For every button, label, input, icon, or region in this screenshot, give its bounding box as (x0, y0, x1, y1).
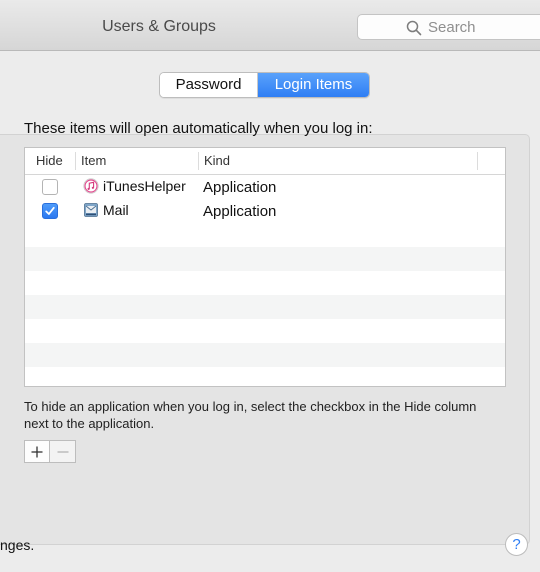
hide-checkbox-checked[interactable] (42, 203, 58, 219)
tab-login-items[interactable]: Login Items (258, 73, 369, 97)
mail-icon (84, 203, 98, 217)
footer-text: nges. (0, 537, 35, 553)
itunes-icon (83, 178, 99, 194)
table-row-empty (25, 223, 505, 247)
hide-checkbox[interactable] (42, 179, 58, 195)
column-divider (75, 152, 76, 170)
help-button[interactable]: ? (505, 533, 528, 556)
table-header: Hide Item Kind (25, 148, 505, 175)
column-divider (198, 152, 199, 170)
remove-login-item-button[interactable] (50, 440, 76, 463)
table-row-empty (25, 295, 505, 319)
checkmark-icon (45, 206, 55, 215)
table-row-empty (25, 367, 505, 386)
add-login-item-button[interactable] (24, 440, 50, 463)
item-name: Mail (103, 202, 129, 218)
login-items-table: Hide Item Kind iTunesHelper Application (24, 147, 506, 387)
window-title: Users & Groups (102, 18, 216, 35)
column-divider (477, 152, 478, 170)
search-placeholder: Search (428, 19, 476, 36)
item-name: iTunesHelper (103, 178, 186, 194)
search-icon (406, 20, 422, 36)
table-row-empty (25, 271, 505, 295)
minus-icon (57, 450, 68, 453)
table-row-mail[interactable]: Mail Application (25, 199, 505, 223)
plus-icon (31, 446, 43, 457)
table-row-empty (25, 319, 505, 343)
item-kind: Application (203, 179, 277, 196)
table-row-empty (25, 343, 505, 367)
column-header-hide[interactable]: Hide (36, 153, 63, 168)
search-field[interactable]: Search (357, 14, 540, 40)
column-header-item[interactable]: Item (81, 153, 106, 168)
tab-password[interactable]: Password (160, 73, 258, 97)
table-row-empty (25, 247, 505, 271)
tab-control: Password Login Items (159, 72, 370, 98)
login-items-heading: These items will open automatically when… (24, 120, 373, 137)
add-remove-controls (24, 440, 76, 463)
title-bar: Users & Groups Search (0, 0, 540, 51)
hide-hint-text: To hide an application when you log in, … (24, 399, 477, 431)
column-header-kind[interactable]: Kind (204, 153, 230, 168)
table-row-ituneshelper[interactable]: iTunesHelper Application (25, 175, 505, 199)
item-kind: Application (203, 203, 277, 220)
